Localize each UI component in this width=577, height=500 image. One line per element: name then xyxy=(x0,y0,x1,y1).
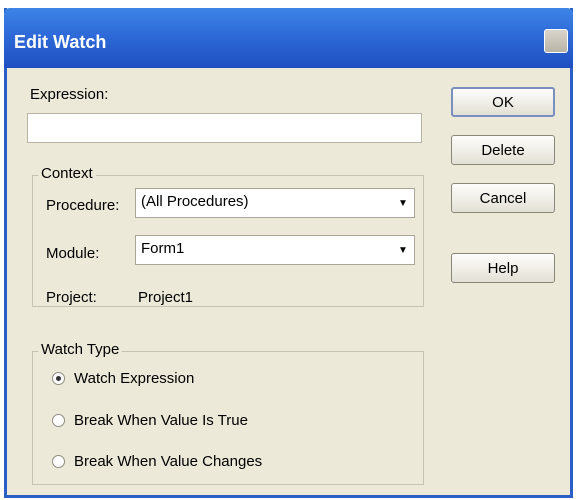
module-select[interactable]: Form1 ▼ xyxy=(135,235,415,265)
expression-label: Expression: xyxy=(30,86,108,103)
break-when-true-radio[interactable] xyxy=(52,414,65,427)
expression-input[interactable] xyxy=(27,113,422,143)
module-label: Module: xyxy=(46,245,100,262)
watch-expression-radio[interactable] xyxy=(52,372,65,385)
close-button[interactable] xyxy=(544,29,568,53)
title-bar[interactable]: Edit Watch xyxy=(4,8,573,68)
ok-button[interactable]: OK xyxy=(451,87,555,117)
expression-label-text: Expression: xyxy=(30,86,109,103)
procedure-label: Procedure: xyxy=(46,197,120,214)
chevron-down-icon[interactable]: ▼ xyxy=(393,190,413,216)
delete-button[interactable]: Delete xyxy=(451,135,555,165)
window-title: Edit Watch xyxy=(14,32,107,52)
procedure-select[interactable]: (All Procedures) ▼ xyxy=(135,188,415,218)
help-button[interactable]: Help xyxy=(451,253,555,283)
break-when-changes-label: Break When Value Changes xyxy=(74,453,263,470)
project-value: Project1 xyxy=(138,289,194,306)
watch-expression-label: Watch Expression xyxy=(74,370,195,387)
chevron-down-icon[interactable]: ▼ xyxy=(393,237,413,263)
cancel-button[interactable]: Cancel xyxy=(451,183,555,213)
module-value: Form1 xyxy=(141,240,185,257)
break-when-true-label: Break When Value Is True xyxy=(74,412,248,429)
watch-type-legend: Watch Type xyxy=(38,341,123,358)
project-label: Project: xyxy=(46,289,97,306)
context-legend: Context xyxy=(38,165,96,182)
break-when-changes-radio[interactable] xyxy=(52,455,65,468)
procedure-value: (All Procedures) xyxy=(141,193,249,210)
